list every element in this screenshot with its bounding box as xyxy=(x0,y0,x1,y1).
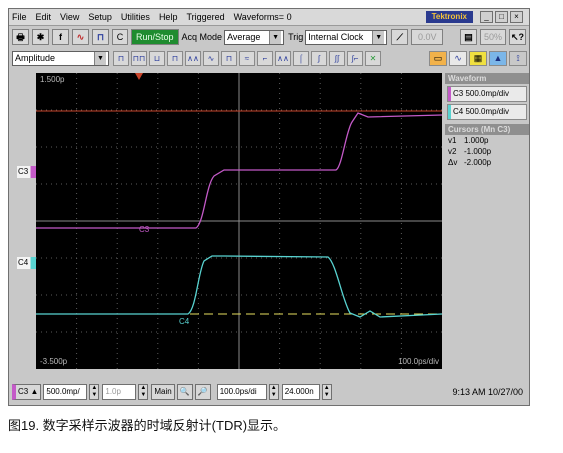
measurement-select[interactable]: Amplitude ▼ xyxy=(12,50,109,66)
tools-icon[interactable]: ✱ xyxy=(32,29,49,45)
cursors-header: Cursors (Mn C3) xyxy=(445,124,529,135)
trigger-status: Triggered xyxy=(186,12,225,22)
trig-label: Trig xyxy=(288,32,304,42)
vertical-scale-input[interactable]: 500.0mp/ xyxy=(43,384,88,400)
measure-period-icon[interactable]: ∫∫ xyxy=(329,50,345,66)
vertical-position-input[interactable]: 1.0p xyxy=(102,384,137,400)
channel-select[interactable]: C3 ▲ xyxy=(12,384,42,400)
cursor-v2-value: -1.000p xyxy=(464,147,492,156)
function-icon[interactable]: f xyxy=(52,29,69,45)
close-icon[interactable]: × xyxy=(510,11,523,23)
menu-bar: File Edit View Setup Utilities Help Trig… xyxy=(9,9,529,26)
cursor-delta-row: Δv -2.000p xyxy=(445,157,529,168)
trigger-position-icon xyxy=(135,73,143,80)
zoom-button[interactable]: 50% xyxy=(480,29,506,45)
waveform-c3-button[interactable]: C3 500.0mp/div xyxy=(447,86,527,102)
measure-rms-icon[interactable]: ≈ xyxy=(239,50,255,66)
waveform-icon[interactable]: ∿ xyxy=(449,50,467,66)
bottom-scale-label: -3.500p xyxy=(40,357,68,366)
cursor-v1-value: 1.000p xyxy=(464,136,489,145)
measure-fall-icon[interactable]: ∫ xyxy=(311,50,327,66)
horizontal-position-spinner[interactable]: ▲ ▼ xyxy=(321,384,332,400)
waveform-header: Waveform xyxy=(445,73,529,84)
scope-application-window: File Edit View Setup Utilities Help Trig… xyxy=(8,8,530,406)
chevron-down-icon: ▼ xyxy=(94,51,106,65)
acq-mode-label: Acq Mode xyxy=(181,32,223,42)
measure-undershoot-icon[interactable]: ∧∧ xyxy=(275,50,291,66)
timebase-label: 100.0ps/div xyxy=(398,357,439,366)
autoset-icon[interactable]: ∿ xyxy=(72,29,89,45)
cursor-delta-key: Δv xyxy=(448,158,458,167)
measure-min-icon[interactable]: ∧∧ xyxy=(185,50,201,66)
vertical-position-spinner[interactable]: ▲ ▼ xyxy=(138,384,149,400)
clock-display: 9:13 AM 10/27/00 xyxy=(452,387,523,397)
measure-pkpk-icon[interactable]: ∿ xyxy=(203,50,219,66)
side-panel: Waveform C3 500.0mp/div C4 500.0mp/div C… xyxy=(445,73,529,369)
help-pointer-icon[interactable]: ↖? xyxy=(509,29,526,45)
minimize-icon[interactable]: _ xyxy=(480,11,493,23)
zoom-out-icon[interactable]: 🔎 xyxy=(194,384,211,400)
scope-display[interactable]: 1.500p -3.500p 100.0ps/div C3 C4 xyxy=(36,73,442,369)
measurement-value: Amplitude xyxy=(15,52,56,63)
brand-logo: Tektronix xyxy=(425,11,473,23)
menu-help[interactable]: Help xyxy=(159,12,178,22)
waveform-count: Waveforms= 0 xyxy=(233,12,292,22)
measurement-bar: Amplitude ▼ ⊓ ⊓⊓ ⊔ ⊓ ∧∧ ∿ ⊓ ≈ ⌐ ∧∧ ⌠ ∫ ∫… xyxy=(9,48,529,68)
horizontal-position-input[interactable]: 24.000n xyxy=(281,384,320,400)
trigger-level-input[interactable]: 0.0V xyxy=(411,29,444,45)
run-stop-button[interactable]: Run/Stop xyxy=(131,29,179,45)
channel-c4-marker[interactable]: C4 xyxy=(17,257,36,269)
histogram-icon[interactable]: ▲ xyxy=(489,50,507,66)
c4-trace-label: C4 xyxy=(179,317,190,326)
cursor-delta-value: -2.000p xyxy=(464,158,492,167)
chevron-down-icon: ▼ xyxy=(372,30,385,44)
cursor-v2-key: v2 xyxy=(448,147,457,156)
clear-button[interactable]: C xyxy=(112,29,128,45)
measure-amplitude-icon[interactable]: ⊓ xyxy=(113,50,129,66)
waveform-graticule xyxy=(36,73,442,369)
bottom-control-bar: C3 ▲ 500.0mp/ ▲ ▼ 1.0p ▲ ▼ Main 🔍 🔎 100.0p… xyxy=(9,381,529,403)
measure-freq-icon[interactable]: ∫⌐ xyxy=(347,50,363,66)
toolbar: 🖶 ✱ f ∿ ⊓ C Run/Stop Acq Mode Average ▼ … xyxy=(9,27,529,47)
layout-icon[interactable]: ▤ xyxy=(460,29,477,45)
channel-select-value: C3 xyxy=(18,387,29,396)
menu-edit[interactable]: Edit xyxy=(36,12,52,22)
measure-mean-icon[interactable]: ⊓ xyxy=(221,50,237,66)
channel-c3-marker[interactable]: C3 xyxy=(17,166,36,178)
display-style-icon[interactable]: ▭ xyxy=(429,50,447,66)
main-timebase-button[interactable]: Main xyxy=(151,384,175,400)
cursor-v1-key: v1 xyxy=(448,136,457,145)
menu-setup[interactable]: Setup xyxy=(88,12,112,22)
cursor-v1-row: v1 1.000p xyxy=(445,135,529,146)
trigger-source-select[interactable]: Internal Clock ▼ xyxy=(305,29,388,45)
figure-caption: 图19. 数字采样示波器的时域反射计(TDR)显示。 xyxy=(8,418,287,433)
cursor-v2-row: v2 -1.000p xyxy=(445,146,529,157)
measure-width-icon[interactable]: ✕ xyxy=(365,50,381,66)
maximize-icon[interactable]: □ xyxy=(495,11,508,23)
zoom-in-icon[interactable]: 🔍 xyxy=(176,384,193,400)
menu-utilities[interactable]: Utilities xyxy=(121,12,150,22)
measure-high-icon[interactable]: ⊓⊓ xyxy=(131,50,147,66)
trigger-source-value: Internal Clock xyxy=(308,31,364,42)
trigger-slope-icon[interactable]: ⟋ xyxy=(391,29,409,45)
measure-max-icon[interactable]: ⊓ xyxy=(167,50,183,66)
pulse-icon[interactable]: ⊓ xyxy=(92,29,109,45)
menu-file[interactable]: File xyxy=(12,12,27,22)
horizontal-scale-input[interactable]: 100.0ps/di xyxy=(216,384,267,400)
horizontal-scale-spinner[interactable]: ▲ ▼ xyxy=(268,384,279,400)
c3-trace-label: C3 xyxy=(139,225,150,234)
acq-mode-value: Average xyxy=(227,31,261,42)
top-scale-label: 1.500p xyxy=(40,75,65,84)
cursor-icon[interactable]: ⟟ xyxy=(509,50,527,66)
measure-rise-icon[interactable]: ⌠ xyxy=(293,50,309,66)
print-icon[interactable]: 🖶 xyxy=(12,29,29,45)
measure-low-icon[interactable]: ⊔ xyxy=(149,50,165,66)
menu-view[interactable]: View xyxy=(60,12,79,22)
vertical-scale-spinner[interactable]: ▲ ▼ xyxy=(89,384,100,400)
waveform-c4-button[interactable]: C4 500.0mp/div xyxy=(447,104,527,120)
measure-overshoot-icon[interactable]: ⌐ xyxy=(257,50,273,66)
acq-mode-select[interactable]: Average ▼ xyxy=(224,29,285,45)
grid-icon[interactable]: ▦ xyxy=(469,50,487,66)
chevron-down-icon: ▼ xyxy=(269,30,282,44)
